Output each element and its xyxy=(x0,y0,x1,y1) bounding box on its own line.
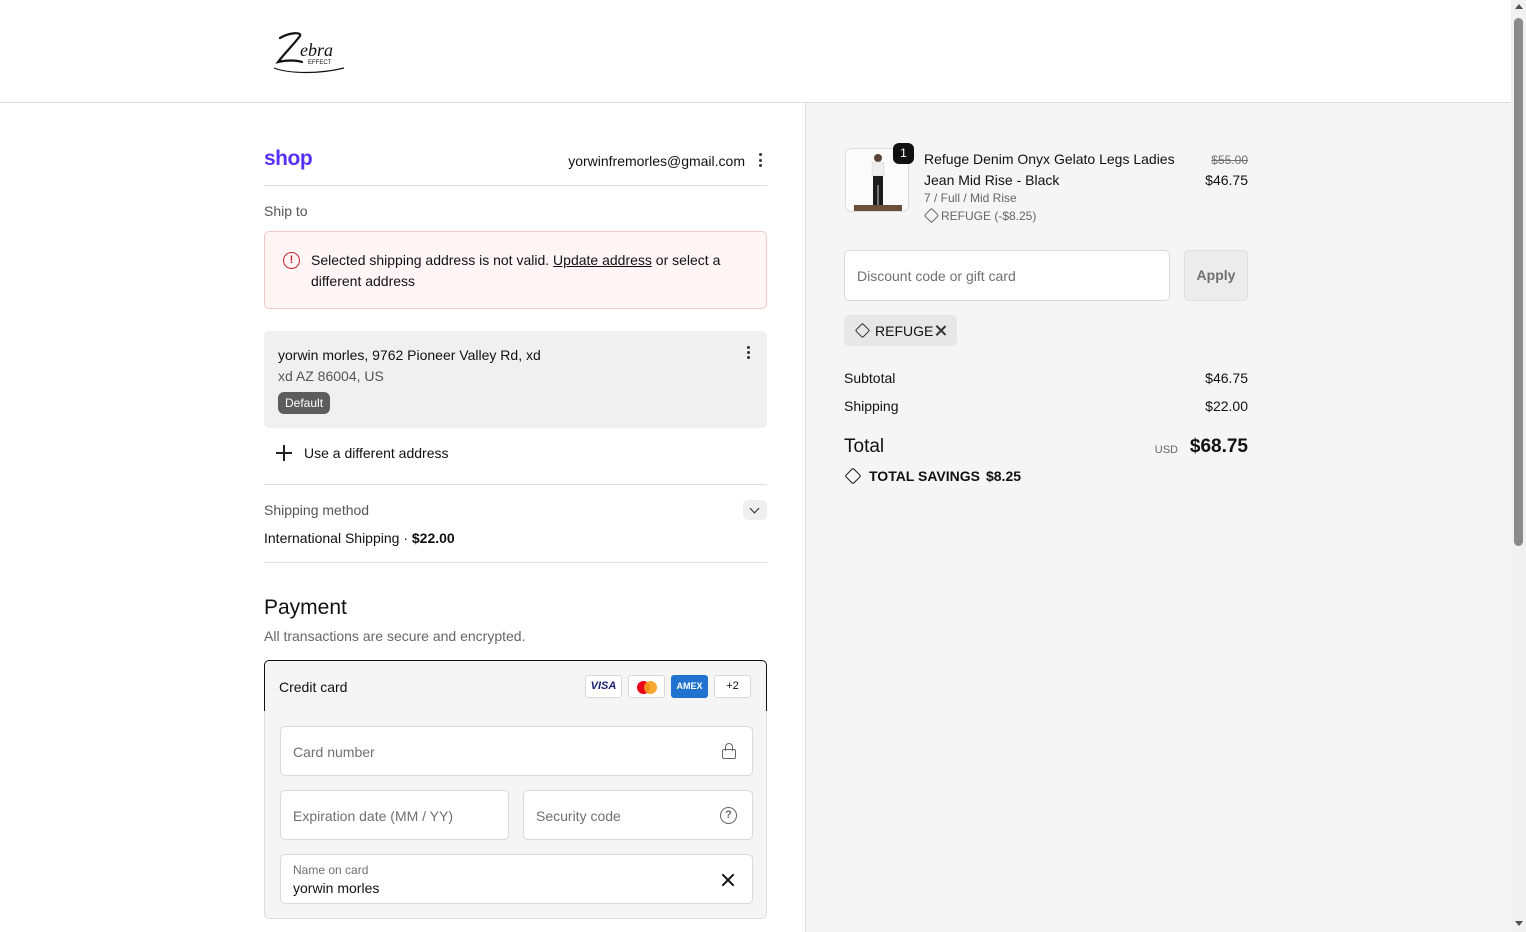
product-name: Refuge Denim Onyx Gelato Legs Ladies Jea… xyxy=(924,151,1175,188)
shipping-method-value: International Shipping · $22.00 xyxy=(264,530,455,546)
ship-to-label: Ship to xyxy=(264,203,308,219)
total-savings-label: TOTAL SAVINGS xyxy=(869,468,980,484)
total-savings-value: $8.25 xyxy=(985,468,1022,484)
tag-icon xyxy=(854,322,871,339)
help-icon[interactable]: ? xyxy=(720,807,737,824)
total-currency: USD xyxy=(1154,444,1178,456)
total-value: $68.75 xyxy=(1189,436,1248,457)
security-code-field[interactable]: Security code ? xyxy=(523,790,753,840)
expiration-date-placeholder: Expiration date (MM / YY) xyxy=(293,808,454,824)
clear-icon[interactable] xyxy=(720,872,736,888)
address-error-banner: ! Selected shipping address is not valid… xyxy=(264,231,767,309)
shipping-method-price: $22.00 xyxy=(411,530,455,546)
remove-discount-icon[interactable] xyxy=(934,324,947,337)
credit-card-option[interactable]: Credit card VISA AMEX +2 xyxy=(264,660,767,712)
update-address-link[interactable]: Update address xyxy=(553,252,652,268)
account-email: yorwinfremorles@gmail.com xyxy=(568,153,745,169)
original-price: $55.00 xyxy=(1211,153,1248,167)
shop-pay-logo: shop xyxy=(264,147,313,170)
quantity-badge: 1 xyxy=(893,143,914,164)
credit-card-label: Credit card xyxy=(279,679,348,695)
subtotal-label: Subtotal xyxy=(844,370,896,386)
lock-icon xyxy=(722,743,736,759)
total-label: Total xyxy=(844,436,885,457)
tag-icon xyxy=(923,207,940,224)
default-badge: Default xyxy=(278,392,331,414)
security-code-placeholder: Security code xyxy=(536,808,621,824)
name-on-card-field[interactable]: Name on card yorwin morles xyxy=(280,854,753,904)
address-menu-icon[interactable] xyxy=(745,346,751,360)
error-icon: ! xyxy=(283,252,300,269)
plus-icon xyxy=(276,445,292,461)
address-error-message: Selected shipping address is not valid. … xyxy=(311,252,721,289)
account-menu-icon[interactable] xyxy=(755,153,765,169)
address-line-2: xd AZ 86004, US xyxy=(278,368,384,384)
discount-code-input[interactable]: Discount code or gift card xyxy=(844,250,1170,301)
saved-address-card[interactable]: yorwin morles, 9762 Pioneer Valley Rd, x… xyxy=(264,331,767,428)
svg-text:ebra: ebra xyxy=(300,40,333,60)
scrollbar-thumb[interactable] xyxy=(1514,18,1523,546)
shipping-method-section: Shipping method International Shipping ·… xyxy=(264,486,767,563)
savings-tag-icon xyxy=(844,467,862,485)
page-scrollbar[interactable] xyxy=(1511,0,1526,932)
shipping-value: $22.00 xyxy=(1205,398,1248,414)
svg-text:EFFECT: EFFECT xyxy=(308,60,332,66)
apply-discount-button[interactable]: Apply xyxy=(1184,250,1248,301)
payment-subtitle: All transactions are secure and encrypte… xyxy=(264,628,526,644)
use-different-address-button[interactable]: Use a different address xyxy=(264,441,767,485)
scroll-up-arrow-icon[interactable] xyxy=(1515,4,1523,9)
discount-code-placeholder: Discount code or gift card xyxy=(857,268,1016,284)
site-header: ebra EFFECT xyxy=(0,0,1511,103)
applied-discount-code: REFUGE xyxy=(875,323,934,339)
use-different-address-label: Use a different address xyxy=(304,445,449,461)
shop-account-row: shop yorwinfremorles@gmail.com xyxy=(264,140,767,186)
payment-heading: Payment xyxy=(264,596,347,619)
chevron-down-icon[interactable] xyxy=(743,500,767,520)
address-line-1: yorwin morles, 9762 Pioneer Valley Rd, x… xyxy=(278,347,541,363)
more-brands-badge: +2 xyxy=(714,675,751,698)
applied-discount-chip: REFUGE xyxy=(844,315,957,346)
name-on-card-value: yorwin morles xyxy=(293,880,380,896)
mastercard-icon xyxy=(628,675,665,698)
shipping-label: Shipping xyxy=(844,398,899,414)
zebra-effect-logo[interactable]: ebra EFFECT xyxy=(270,24,350,78)
product-variant: 7 / Full / Mid Rise xyxy=(924,191,1017,205)
total-savings: TOTAL SAVINGS $8.25 xyxy=(844,467,1022,485)
product-discount: REFUGE (-$8.25) xyxy=(923,207,1036,224)
card-fields-container: Card number Expiration date (MM / YY) Se… xyxy=(264,711,767,919)
visa-icon: VISA xyxy=(585,675,622,698)
expiration-date-field[interactable]: Expiration date (MM / YY) xyxy=(280,790,509,840)
name-on-card-label: Name on card xyxy=(293,863,369,877)
order-summary-panel xyxy=(805,103,1511,932)
discounted-price: $46.75 xyxy=(1205,172,1248,188)
scroll-down-arrow-icon[interactable] xyxy=(1515,921,1523,926)
card-number-field[interactable]: Card number xyxy=(280,726,753,776)
card-number-placeholder: Card number xyxy=(293,744,375,760)
subtotal-value: $46.75 xyxy=(1205,370,1248,386)
amex-icon: AMEX xyxy=(671,675,708,698)
shipping-method-label: Shipping method xyxy=(264,502,370,518)
